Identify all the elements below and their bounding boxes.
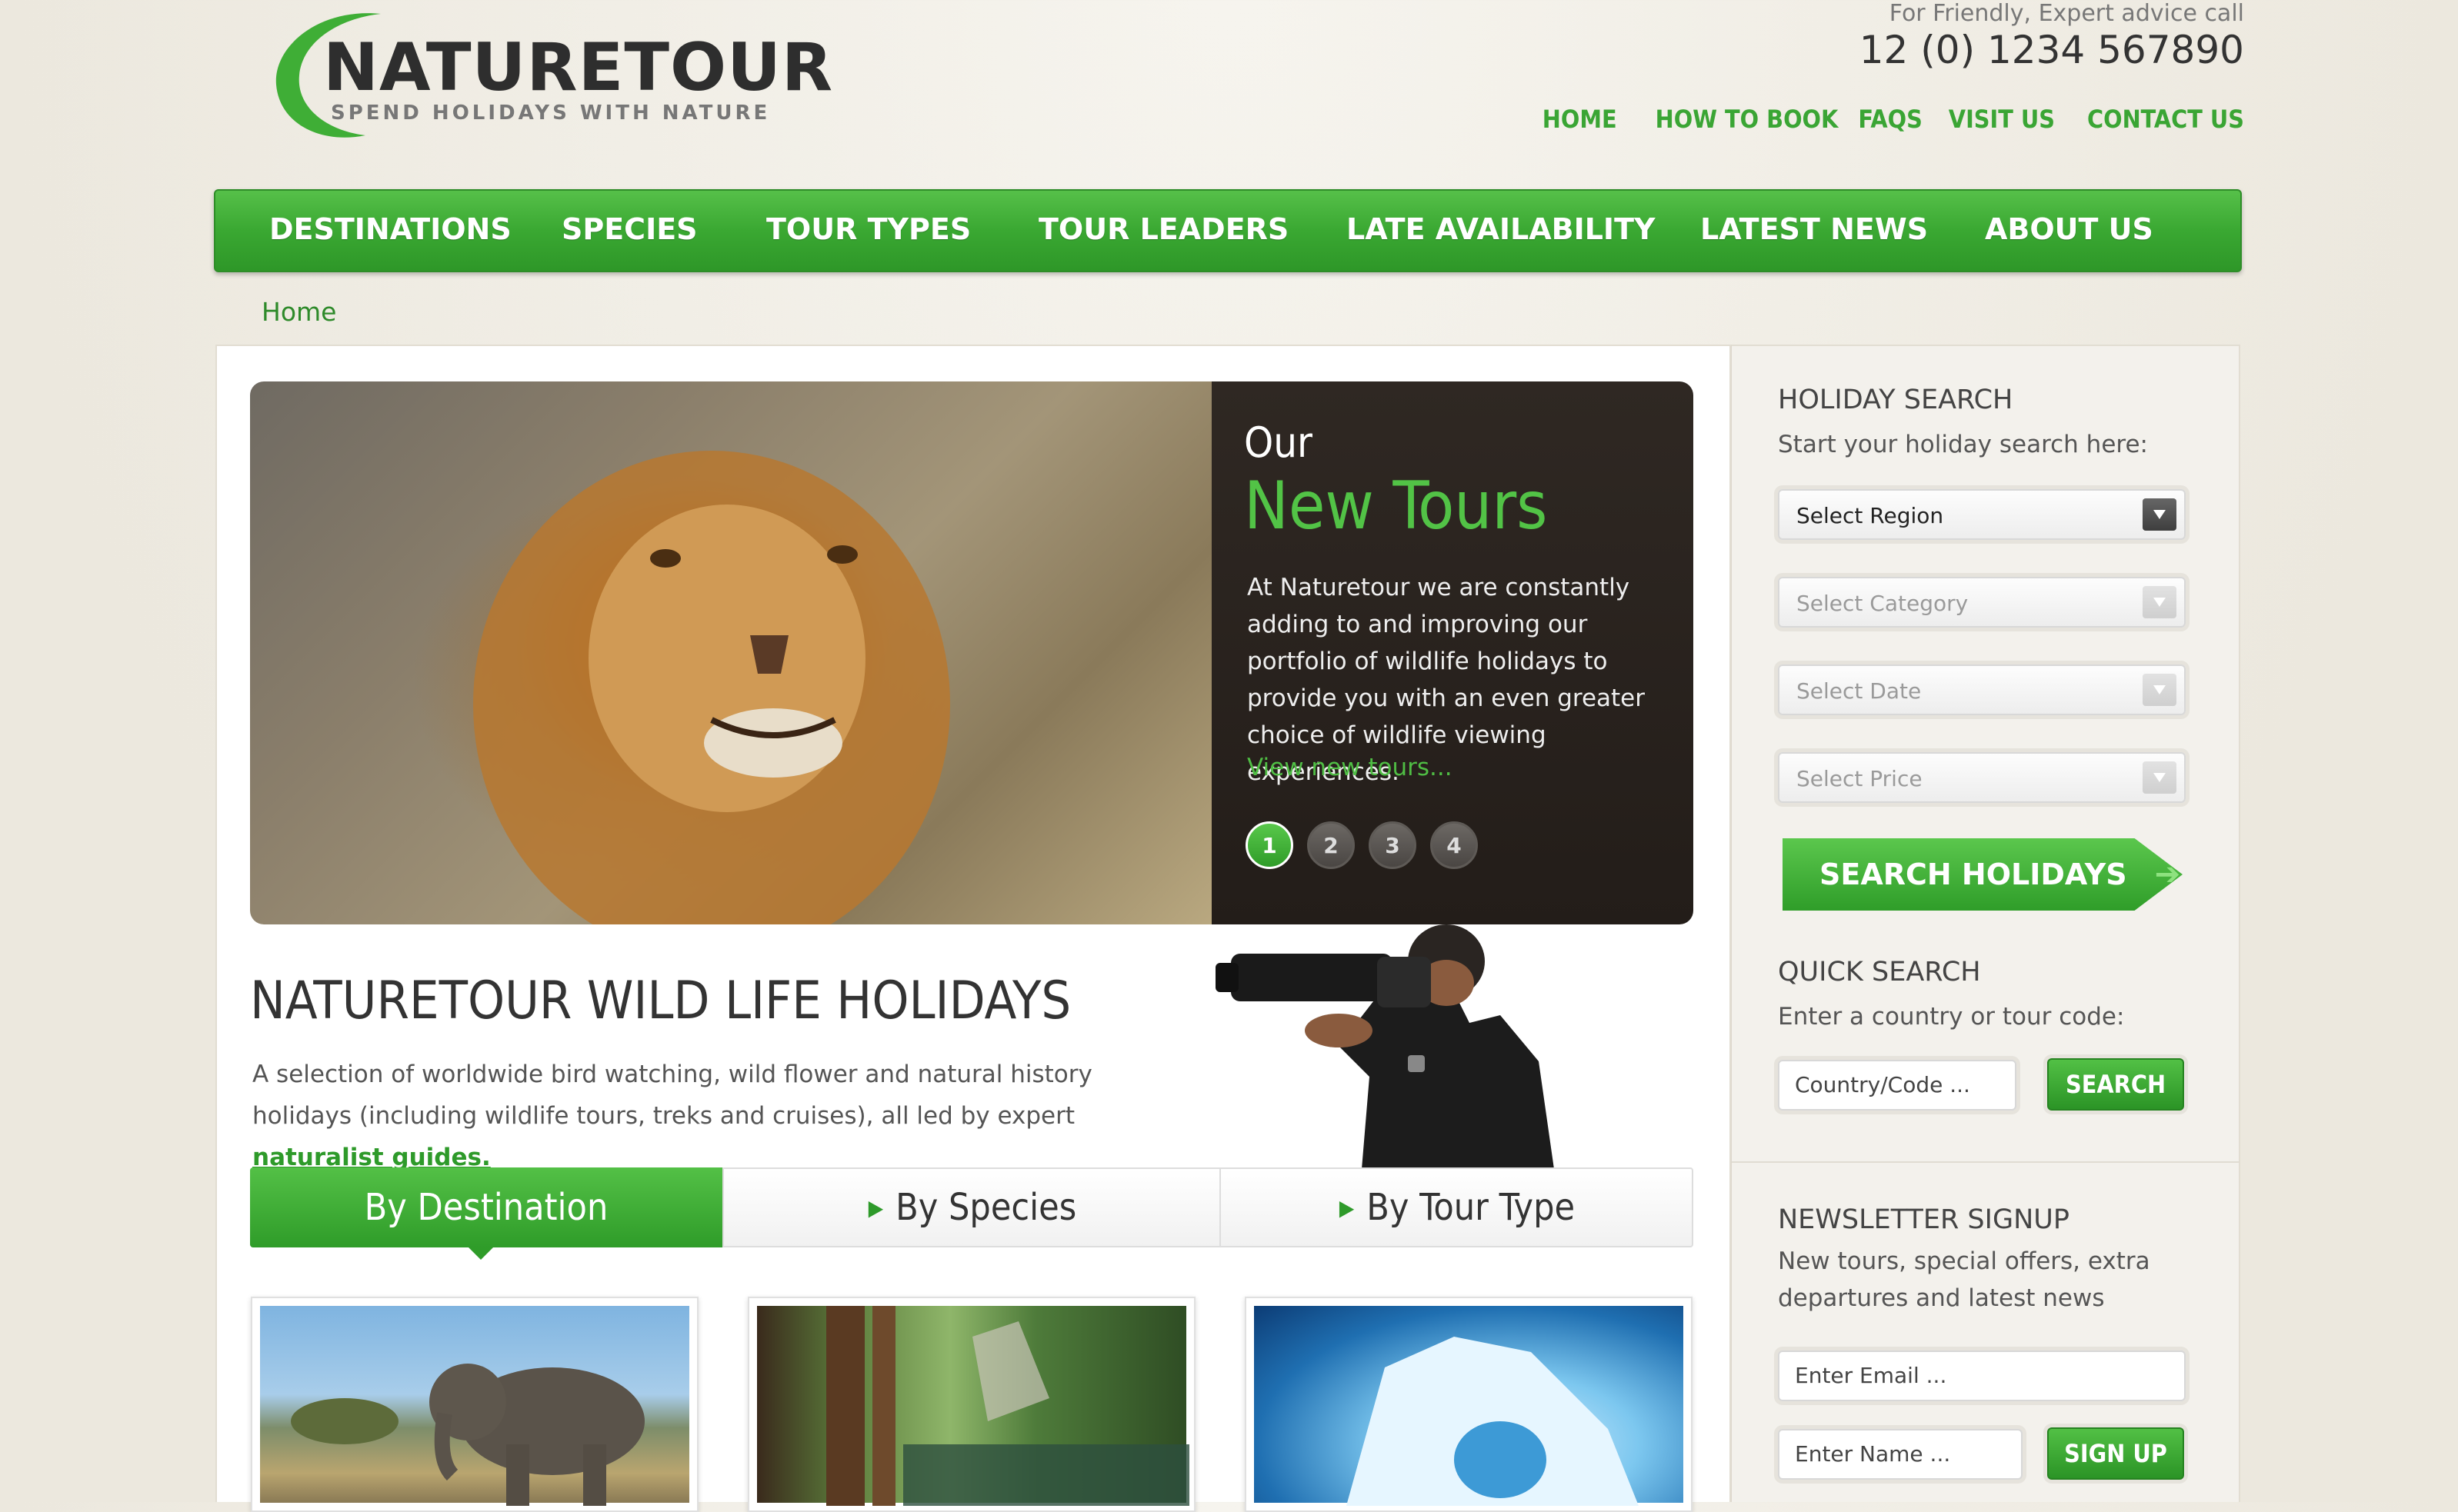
logo-tagline: SPEND HOLIDAYS WITH NATURE <box>331 102 771 125</box>
hero-slider: Our New Tours At Naturetour we are const… <box>250 381 1693 924</box>
newsletter-email-input[interactable]: Enter Email ... <box>1778 1350 2186 1401</box>
caption-eyebrow: Our <box>1244 418 1312 467</box>
forest-illustration <box>826 1306 1189 1506</box>
play-arrow-icon: ▶ <box>868 1194 884 1221</box>
newsletter-name-input[interactable]: Enter Name ... <box>1778 1429 2023 1480</box>
select-date[interactable]: Select Date <box>1778 664 2186 715</box>
main-nav-about-us[interactable]: ABOUT US <box>1985 212 2153 246</box>
sidebar-divider <box>1732 1161 2240 1163</box>
destination-thumbnail-iceberg[interactable] <box>1245 1297 1693 1512</box>
site-logo[interactable]: NATURETOUR SPEND HOLIDAYS WITH NATURE <box>265 8 832 142</box>
chevron-down-icon[interactable] <box>2143 761 2176 794</box>
tab-by-destination[interactable]: By Destination <box>250 1167 722 1260</box>
main-nav-destinations[interactable]: DESTINATIONS <box>269 212 512 246</box>
top-nav-contact-us[interactable]: CONTACT US <box>2087 105 2244 135</box>
lion-photo <box>250 381 1212 924</box>
slider-dot-1[interactable]: 1 <box>1246 821 1293 869</box>
quick-search-button[interactable]: SEARCH <box>2047 1058 2184 1111</box>
destination-thumbnail-forest[interactable] <box>748 1297 1196 1512</box>
main-nav-late-availability[interactable]: LATE AVAILABILITY <box>1346 212 1656 246</box>
holiday-search-subtitle: Start your holiday search here: <box>1778 431 2148 458</box>
select-category[interactable]: Select Category <box>1778 577 2186 628</box>
main-nav-tour-leaders[interactable]: TOUR LEADERS <box>1039 212 1289 246</box>
top-nav-home[interactable]: HOME <box>1543 105 1617 135</box>
select-region-value: Select Region <box>1796 503 1944 528</box>
chevron-down-icon[interactable] <box>2143 674 2176 706</box>
iceberg-illustration <box>1346 1337 1639 1506</box>
sidebar: HOLIDAY SEARCH Start your holiday search… <box>1731 345 2240 1502</box>
select-price-value: Select Price <box>1796 766 1923 791</box>
lion-illustration <box>473 451 950 924</box>
tab-by-destination-label: By Destination <box>364 1186 609 1229</box>
arrow-right-icon: ➔ <box>2154 857 2181 892</box>
main-nav-latest-news[interactable]: LATEST NEWS <box>1700 212 1928 246</box>
browse-tabs: By Destination ▶ By Species ▶ By Tour Ty… <box>250 1167 1693 1260</box>
select-price[interactable]: Select Price <box>1778 752 2186 803</box>
slider-pagination: 1 2 3 4 <box>1246 821 1478 869</box>
quick-search-heading: QUICK SEARCH <box>1778 957 1981 987</box>
caption-title: New Tours <box>1244 468 1548 545</box>
breadcrumb[interactable]: Home <box>262 297 336 327</box>
logo-title: NATURETOUR <box>323 29 834 106</box>
chevron-down-icon[interactable] <box>2143 498 2176 531</box>
tab-by-species-label: By Species <box>895 1186 1077 1229</box>
main-nav: DESTINATIONS SPECIES TOUR TYPES TOUR LEA… <box>214 189 2242 272</box>
view-new-tours-link[interactable]: View new tours... <box>1247 754 1452 781</box>
tab-by-tour-type[interactable]: ▶ By Tour Type <box>1219 1169 1693 1246</box>
play-arrow-icon: ▶ <box>1339 1194 1355 1221</box>
main-nav-species[interactable]: SPECIES <box>562 212 698 246</box>
chevron-down-icon[interactable] <box>2143 586 2176 618</box>
forest-photo <box>757 1306 1189 1506</box>
slider-dot-3[interactable]: 3 <box>1369 821 1416 869</box>
quick-search-subtitle: Enter a country or tour code: <box>1778 1003 2125 1031</box>
advice-label: For Friendly, Expert advice call <box>1889 0 2244 27</box>
select-date-value: Select Date <box>1796 678 1922 704</box>
select-region[interactable]: Select Region <box>1778 489 2186 540</box>
iceberg-photo <box>1254 1306 1683 1506</box>
elephant-illustration <box>291 1364 645 1506</box>
slider-dot-4[interactable]: 4 <box>1430 821 1478 869</box>
sign-up-button[interactable]: SIGN UP <box>2047 1427 2184 1480</box>
search-holidays-button[interactable]: SEARCH HOLIDAYS ➔ <box>1783 838 2183 911</box>
advice-phone: 12 (0) 1234 567890 <box>1859 28 2244 72</box>
slider-dot-2[interactable]: 2 <box>1307 821 1355 869</box>
main-nav-tour-types[interactable]: TOUR TYPES <box>766 212 971 246</box>
top-nav-faqs[interactable]: FAQS <box>1858 105 1922 135</box>
photographer-image <box>1216 924 1554 1169</box>
intro-text: A selection of worldwide bird watching, … <box>252 1054 1176 1178</box>
tab-pointer-icon <box>469 1247 493 1260</box>
tab-by-species[interactable]: ▶ By Species <box>722 1169 1221 1246</box>
tab-by-tour-type-label: By Tour Type <box>1366 1186 1576 1229</box>
top-nav-how-to-book[interactable]: HOW TO BOOK <box>1656 105 1839 135</box>
newsletter-heading: NEWSLETTER SIGNUP <box>1778 1204 2070 1235</box>
slide-caption: Our New Tours At Naturetour we are const… <box>1212 381 1693 924</box>
newsletter-subtitle: New tours, special offers, extra departu… <box>1778 1247 2150 1312</box>
search-holidays-label: SEARCH HOLIDAYS <box>1819 858 2127 891</box>
top-nav: HOME HOW TO BOOK FAQS VISIT US CONTACT U… <box>1543 105 2244 135</box>
top-nav-visit-us[interactable]: VISIT US <box>1949 105 2055 135</box>
destination-thumbnail-elephant[interactable] <box>251 1297 699 1512</box>
quick-search-input[interactable]: Country/Code ... <box>1778 1060 2016 1111</box>
elephant-photo <box>260 1306 689 1506</box>
intro-body: A selection of worldwide bird watching, … <box>252 1061 1092 1130</box>
holiday-search-heading: HOLIDAY SEARCH <box>1778 385 2013 415</box>
intro-title: NATURETOUR WILD LIFE HOLIDAYS <box>250 971 1072 1031</box>
select-category-value: Select Category <box>1796 591 1969 616</box>
